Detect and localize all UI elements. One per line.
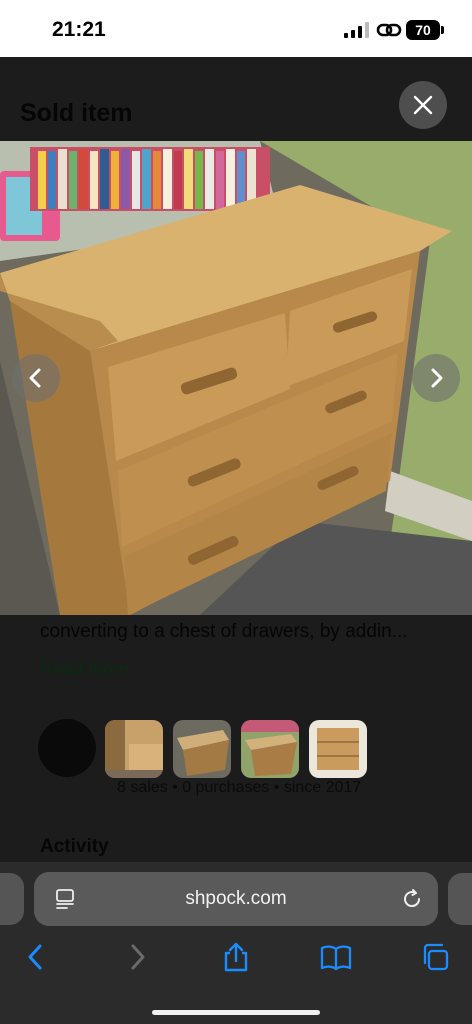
link-icon bbox=[376, 23, 402, 37]
seller-listing-thumbnail[interactable] bbox=[105, 720, 163, 778]
seller-listing-thumbnail[interactable] bbox=[173, 720, 231, 778]
battery-level: 70 bbox=[415, 22, 431, 38]
previous-tab-preview[interactable] bbox=[0, 873, 24, 925]
activity-heading: Activity bbox=[40, 836, 109, 857]
url-text[interactable]: shpock.com bbox=[34, 888, 438, 910]
forward-icon[interactable] bbox=[121, 942, 153, 972]
home-indicator bbox=[152, 1010, 320, 1015]
seller-listing-thumbnail[interactable] bbox=[309, 720, 367, 778]
status-time: 21:21 bbox=[52, 18, 106, 41]
seller-stats: 8 sales • 0 purchases • since 2017 bbox=[117, 779, 362, 796]
close-button[interactable] bbox=[399, 81, 447, 129]
close-icon bbox=[413, 95, 433, 115]
address-bar[interactable]: shpock.com bbox=[34, 872, 438, 926]
reload-icon[interactable] bbox=[400, 887, 424, 911]
back-icon[interactable] bbox=[20, 942, 52, 972]
share-icon[interactable] bbox=[220, 942, 252, 972]
book-icon[interactable] bbox=[320, 942, 352, 972]
previous-photo-button[interactable] bbox=[12, 354, 60, 402]
next-tab-preview[interactable] bbox=[448, 873, 472, 925]
browser-toolbar: shpock.com bbox=[0, 862, 472, 1024]
signal-icon bbox=[344, 22, 369, 38]
seller-listing-thumbnail[interactable] bbox=[241, 720, 299, 778]
chevron-right-icon bbox=[431, 368, 443, 388]
read-more-link[interactable]: Read more bbox=[40, 658, 129, 679]
page-title: Sold item bbox=[20, 99, 133, 127]
battery-icon: 70 bbox=[406, 20, 444, 40]
chevron-left-icon bbox=[29, 368, 41, 388]
item-photo[interactable] bbox=[0, 141, 472, 615]
status-bar: 21:21 70 bbox=[0, 0, 472, 57]
seller-avatar[interactable] bbox=[38, 719, 96, 777]
item-page: Sold item converting to a chest of drawe… bbox=[0, 57, 472, 862]
next-photo-button[interactable] bbox=[412, 354, 460, 402]
tabs-icon[interactable] bbox=[420, 942, 452, 972]
item-description: converting to a chest of drawers, by add… bbox=[40, 621, 408, 642]
